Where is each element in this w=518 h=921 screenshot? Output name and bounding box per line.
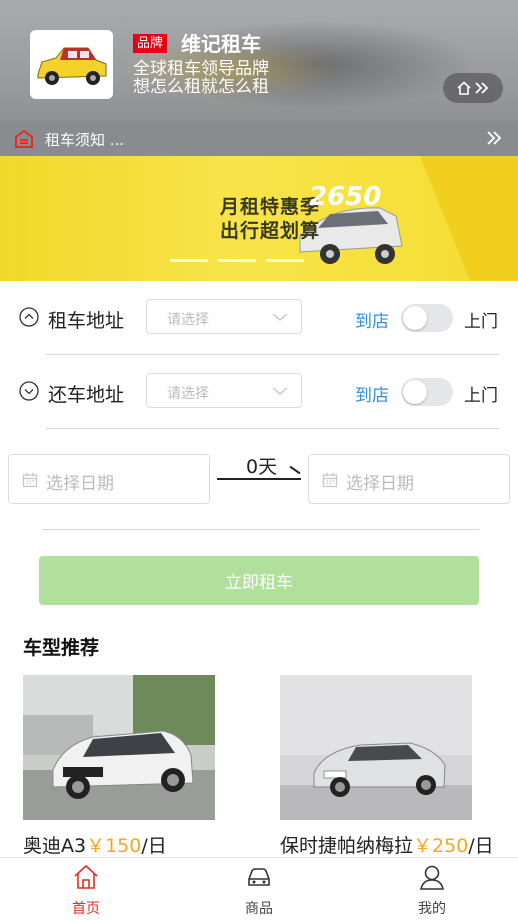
notice-text: 租车须知 ... <box>45 130 125 149</box>
banner-text: 月租特惠季 出行超划算 <box>220 196 321 242</box>
yellow-car-image <box>30 30 113 99</box>
banner-dot[interactable] <box>218 259 256 262</box>
pickup-delivery-toggle[interactable] <box>401 304 453 332</box>
banner-pagination[interactable] <box>170 259 304 262</box>
shop-notice-icon <box>15 129 33 148</box>
tab-home[interactable]: 首页 <box>26 858 146 921</box>
pickup-address-select[interactable]: 请选择 <box>146 299 302 334</box>
bottom-tab-bar: 首页 商品 我的 <box>0 857 518 921</box>
double-chevron-right-icon <box>475 82 489 94</box>
recommend-title: 车型推荐 <box>23 637 100 659</box>
home-icon <box>457 81 471 95</box>
user-icon <box>420 865 444 890</box>
enter-shop-button[interactable] <box>443 73 503 103</box>
audi-a3-photo <box>23 675 215 820</box>
days-arrow <box>217 478 301 480</box>
shop-logo <box>30 30 113 99</box>
calendar-icon <box>22 473 38 488</box>
return-delivery-toggle[interactable] <box>401 378 453 406</box>
rent-now-button[interactable]: 立即租车 <box>39 556 479 605</box>
pickup-door-option[interactable]: 上门 <box>464 307 498 332</box>
double-chevron-right-icon <box>487 131 502 145</box>
divider <box>42 529 479 530</box>
app-root: 品牌 维记租车 全球租车领导品牌 想怎么租就怎么租 租车须知 ... 月租特惠季… <box>0 0 518 921</box>
pickup-address-label: 租车地址 <box>48 310 125 332</box>
car-price: ￥150 <box>86 835 142 857</box>
car-card-title[interactable]: 保时捷帕纳梅拉￥250/日 <box>280 831 494 858</box>
promo-banner[interactable]: 月租特惠季 出行超划算 2650 <box>0 156 518 281</box>
return-store-option[interactable]: 到店 <box>355 381 389 406</box>
brand-badge: 品牌 <box>133 34 168 53</box>
divider <box>46 428 499 429</box>
pickup-address-row: 租车地址 请选择 到店 上门 <box>0 281 518 355</box>
car-icon <box>248 868 270 886</box>
car-price: ￥250 <box>413 835 469 857</box>
return-address-label: 还车地址 <box>48 384 125 406</box>
banner-dot[interactable] <box>266 259 304 262</box>
rental-days: 0天 <box>246 456 278 478</box>
start-date-picker[interactable]: 选择日期 <box>8 454 210 504</box>
porsche-panamera-photo <box>280 675 472 820</box>
banner-price: 2650 <box>309 182 382 212</box>
car-card-image[interactable] <box>23 675 215 820</box>
shop-slogan: 全球租车领导品牌 想怎么租就怎么租 <box>133 59 269 97</box>
tab-mine[interactable]: 我的 <box>372 858 492 921</box>
chevron-up-circle-icon <box>19 307 39 327</box>
rental-notice-bar[interactable]: 租车须知 ... <box>0 122 518 156</box>
return-door-option[interactable]: 上门 <box>464 381 498 406</box>
calendar-icon <box>322 473 338 488</box>
shop-header: 品牌 维记租车 全球租车领导品牌 想怎么租就怎么租 <box>0 0 518 122</box>
banner-dot[interactable] <box>170 259 208 262</box>
car-card-image[interactable] <box>280 675 472 820</box>
pickup-store-option[interactable]: 到店 <box>355 307 389 332</box>
chevron-down-icon <box>272 313 288 321</box>
shop-name: 维记租车 <box>181 32 261 56</box>
chevron-down-circle-icon <box>19 381 39 401</box>
arrow-head-icon <box>289 465 301 475</box>
return-address-select[interactable]: 请选择 <box>146 373 302 408</box>
home-icon <box>74 864 98 889</box>
end-date-picker[interactable]: 选择日期 <box>308 454 510 504</box>
car-card-title[interactable]: 奥迪A3￥150/日 <box>23 831 167 858</box>
chevron-down-icon <box>272 387 288 395</box>
return-address-row: 还车地址 请选择 到店 上门 <box>0 355 518 429</box>
tab-products[interactable]: 商品 <box>199 858 319 921</box>
